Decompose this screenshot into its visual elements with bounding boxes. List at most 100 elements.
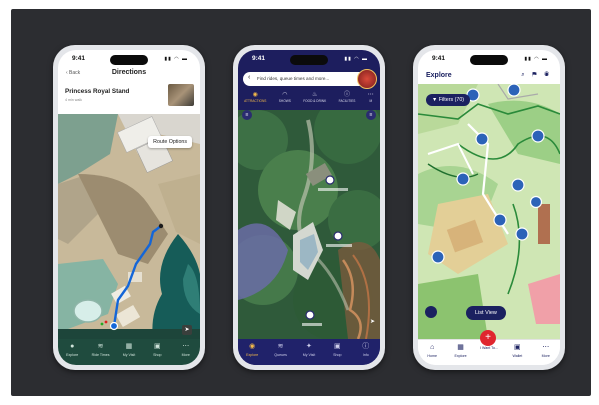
category-food-drink[interactable]: ♨ FOOD & DRINK [303, 92, 326, 110]
tab-wallet[interactable]: ▣ Wallet [503, 344, 531, 358]
phone-rides: 9:41 ▮▮ ◠ ▬ ‹ Find rides, queue times an… [233, 45, 385, 370]
tab-ride-times[interactable]: ≋ Ride Times [86, 343, 114, 357]
category-label: FACILITIES [338, 99, 356, 103]
category-shows[interactable]: ◠ SHOWS [279, 92, 291, 110]
category-attractions[interactable]: ◉ ATTRACTIONS [244, 92, 266, 110]
tab-label: Shop [153, 353, 162, 357]
category-facilities[interactable]: ⓘ FACILITIES [339, 92, 356, 110]
explore-map[interactable] [418, 84, 560, 339]
ferris-wheel-icon: ◉ [252, 92, 258, 98]
status-time: 9:41 [72, 55, 86, 62]
tab-queues[interactable]: ≋ Queues [266, 343, 294, 357]
tab-label: Queues [274, 353, 287, 357]
route-options-button[interactable]: Route Options [148, 136, 192, 148]
layers-icon: ≡ [369, 112, 373, 118]
hamburger-icon: ≡ [245, 112, 249, 118]
destination-card[interactable]: Princess Royal Stand 4 min walk [58, 80, 200, 115]
walk-distance: 4 min walk [65, 98, 82, 102]
nav-bar: ‹ Back Directions [58, 68, 200, 80]
tab-explore[interactable]: ◉ Explore [238, 343, 266, 357]
category-label: FOOD & DRINK [303, 99, 327, 103]
status-icons: ▮▮ ◠ ▬ [524, 56, 548, 62]
category-label: SHOWS [278, 99, 291, 103]
tab-info[interactable]: ⓘ Info [352, 343, 380, 357]
status-time: 9:41 [252, 55, 266, 62]
explore-screen: 9:41 ▮▮ ◠ ▬ Explore ⌕ ⚑ ◉ ▼ Filters (70)… [418, 50, 560, 365]
header-actions[interactable]: ⌕ ⚑ ◉ [521, 72, 552, 79]
compass-icon: ◉ [249, 343, 256, 350]
search-bar[interactable]: ‹ Find rides, queue times and more... [243, 69, 377, 89]
locate-pointer-icon[interactable]: ➤ [370, 318, 375, 325]
map-layers-button[interactable] [425, 306, 437, 318]
phone-explore: 9:41 ▮▮ ◠ ▬ Explore ⌕ ⚑ ◉ ▼ Filters (70)… [413, 45, 565, 370]
tab-my-visit[interactable]: ✦ My Visit [295, 343, 323, 357]
bag-icon: ▣ [154, 343, 161, 350]
page-title: Directions [111, 69, 147, 76]
info-icon: ⓘ [362, 343, 370, 350]
tab-my-visit[interactable]: ▦ My Visit [115, 343, 143, 357]
dynamic-island [290, 55, 328, 65]
category-label: M [369, 99, 373, 103]
category-label: ATTRACTIONS [244, 99, 267, 103]
tab-label: Shop [333, 353, 342, 357]
destination-photo [168, 84, 194, 106]
status-icons: ▮▮ ◠ ▬ [164, 56, 188, 62]
info-icon: ⓘ [344, 92, 351, 98]
map-menu-button[interactable]: ≡ [242, 110, 252, 120]
filters-button[interactable]: ▼ Filters (70) [426, 94, 471, 106]
explore-icon: ● [70, 343, 75, 350]
tab-label: Home [427, 354, 437, 358]
back-arrow-icon[interactable]: ‹ [248, 74, 250, 81]
tab-home[interactable]: ⌂ Home [418, 344, 446, 358]
theatre-icon: ◠ [282, 92, 288, 98]
rides-screen: 9:41 ▮▮ ◠ ▬ ‹ Find rides, queue times an… [238, 50, 380, 365]
tab-shop[interactable]: ▣ Shop [143, 343, 171, 357]
map-icon: ▦ [457, 344, 464, 351]
dynamic-island [470, 55, 508, 65]
waves-icon: ≋ [97, 343, 104, 350]
category-more[interactable]: ⋯ M [368, 92, 374, 110]
tab-label: I Want To... [479, 346, 498, 350]
cutlery-icon: ♨ [312, 92, 318, 98]
star-icon: ✦ [306, 343, 312, 350]
bottom-tab-bar: ● Explore ≋ Ride Times ▦ My Visit ▣ Shop ⋯ Mo… [58, 339, 200, 365]
home-icon: ⌂ [430, 344, 435, 351]
showcase-canvas: 9:41 ▮▮ ◠ ▬ ‹ Back Directions Princess R… [0, 0, 599, 405]
tab-explore[interactable]: ▦ Explore [446, 344, 474, 358]
bag-icon: ▣ [334, 343, 341, 350]
map-layers-button[interactable]: ≡ [366, 110, 376, 120]
tab-label: My Visit [302, 353, 316, 357]
search-placeholder: Find rides, queue times and more... [257, 76, 330, 81]
tab-label: Ride Times [91, 353, 110, 357]
status-icons: ▮▮ ◠ ▬ [344, 56, 368, 62]
tab-label: Explore [246, 353, 259, 357]
dynamic-island [110, 55, 148, 65]
ticket-icon: ▦ [125, 343, 133, 350]
destination-name: Princess Royal Stand [65, 88, 130, 95]
explore-header: Explore ⌕ ⚑ ◉ [418, 68, 560, 84]
park-map[interactable] [238, 110, 380, 339]
tab-more[interactable]: ⋯ More [532, 344, 560, 358]
tab-explore[interactable]: ● Explore [58, 343, 86, 357]
more-icon: ⋯ [542, 344, 550, 351]
tab-label: More [541, 354, 550, 358]
queue-icon: ≋ [277, 343, 284, 350]
park-logo [357, 69, 377, 89]
tab-label: More [181, 353, 190, 357]
wallet-icon: ▣ [514, 344, 521, 351]
page-title: Explore [426, 72, 452, 79]
status-time: 9:41 [432, 55, 446, 62]
tab-label: Explore [454, 354, 467, 358]
tab-shop[interactable]: ▣ Shop [323, 343, 351, 357]
i-want-to-button[interactable]: + [480, 330, 496, 346]
tab-label: Info [362, 353, 369, 357]
phone-directions: 9:41 ▮▮ ◠ ▬ ‹ Back Directions Princess R… [53, 45, 205, 370]
locate-me-button[interactable]: ➤ [182, 325, 192, 335]
tab-more[interactable]: ⋯ More [172, 343, 200, 357]
tab-label: My Visit [122, 353, 136, 357]
tab-label: Wallet [512, 354, 523, 358]
more-icon: ⋯ [367, 92, 374, 98]
bottom-tab-bar: ◉ Explore ≋ Queues ✦ My Visit ▣ Shop ⓘ Info [238, 339, 380, 365]
list-view-button[interactable]: List View [466, 306, 506, 320]
tab-label: Explore [66, 353, 79, 357]
